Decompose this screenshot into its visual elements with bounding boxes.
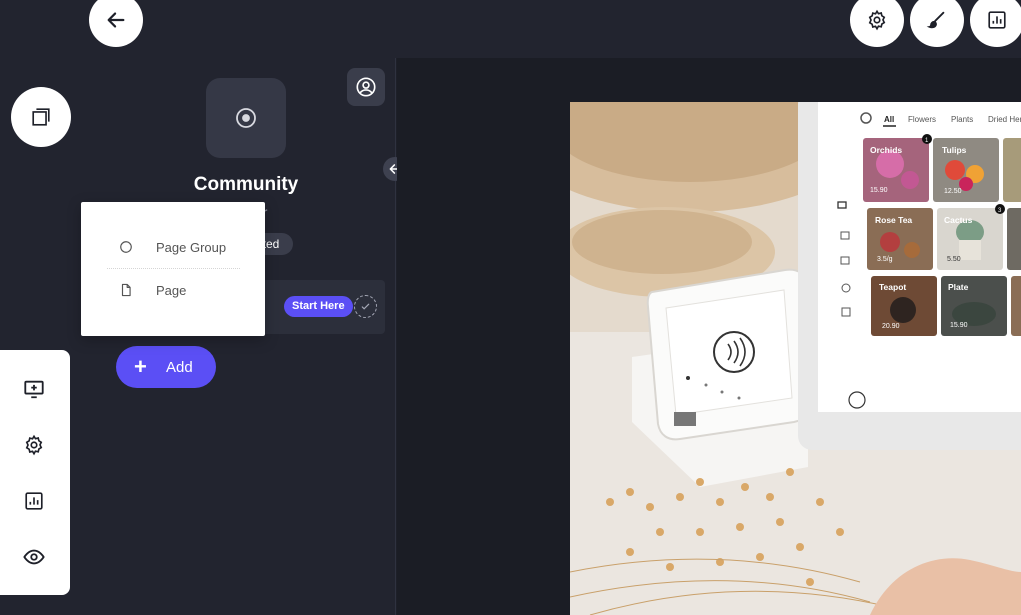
app-title: Community	[193, 174, 299, 195]
target-icon	[236, 108, 256, 128]
hero-image: All Flowers Plants Dried Her Orchids 15.…	[570, 102, 1021, 615]
svg-text:Flowers: Flowers	[908, 115, 936, 124]
svg-text:Plants: Plants	[951, 115, 973, 124]
svg-text:20.90: 20.90	[882, 323, 900, 330]
svg-text:Rose Tea: Rose Tea	[875, 215, 912, 225]
brush-icon	[926, 11, 945, 29]
add-dropdown-menu: Page Group Page	[81, 202, 265, 336]
document-icon	[118, 282, 134, 298]
eye-icon	[23, 549, 45, 565]
user-circle-icon	[356, 77, 376, 97]
bar-chart-icon	[25, 492, 43, 510]
gear-icon	[868, 9, 886, 31]
profile-button[interactable]	[347, 68, 385, 106]
svg-text:3.5/g: 3.5/g	[877, 256, 893, 263]
svg-text:All: All	[884, 115, 894, 124]
rail-analytics-button[interactable]	[22, 489, 46, 513]
start-here-button[interactable]: Start Here	[284, 296, 353, 317]
rail-settings-button[interactable]	[22, 433, 46, 457]
left-rail-menu	[0, 350, 70, 595]
svg-text:12.50: 12.50	[944, 188, 962, 195]
add-screen-button[interactable]	[22, 377, 46, 401]
svg-text:Dried Her: Dried Her	[988, 115, 1021, 124]
menu-item-page-group[interactable]: Page Group	[81, 232, 265, 262]
circle-icon	[118, 239, 134, 255]
gear-icon	[25, 434, 43, 456]
add-screen-icon	[24, 380, 44, 399]
preview-button[interactable]	[22, 545, 46, 569]
check-icon	[361, 303, 370, 310]
arrow-left-icon	[107, 12, 125, 28]
menu-item-label: Page Group	[156, 239, 227, 255]
complete-checkbox[interactable]	[354, 295, 377, 318]
svg-text:Tulips: Tulips	[942, 145, 967, 155]
plus-icon: +	[134, 354, 147, 379]
svg-text:15.90: 15.90	[950, 322, 968, 329]
svg-text:5.50: 5.50	[947, 256, 961, 263]
svg-text:Teapot: Teapot	[879, 282, 906, 292]
svg-text:Cactus: Cactus	[944, 215, 973, 225]
bar-chart-icon	[988, 11, 1006, 29]
svg-text:Plate: Plate	[948, 282, 969, 292]
app-icon-tile	[206, 78, 286, 158]
menu-item-page[interactable]: Page	[81, 275, 265, 305]
copy-icon	[32, 108, 50, 126]
svg-text:Orchids: Orchids	[870, 145, 902, 155]
menu-divider	[107, 268, 240, 269]
add-button[interactable]: + Add	[116, 346, 216, 388]
menu-item-label: Page	[156, 282, 187, 298]
svg-text:15.90: 15.90	[870, 187, 888, 194]
add-button-label: Add	[166, 358, 193, 376]
pages-button[interactable]	[11, 87, 71, 147]
